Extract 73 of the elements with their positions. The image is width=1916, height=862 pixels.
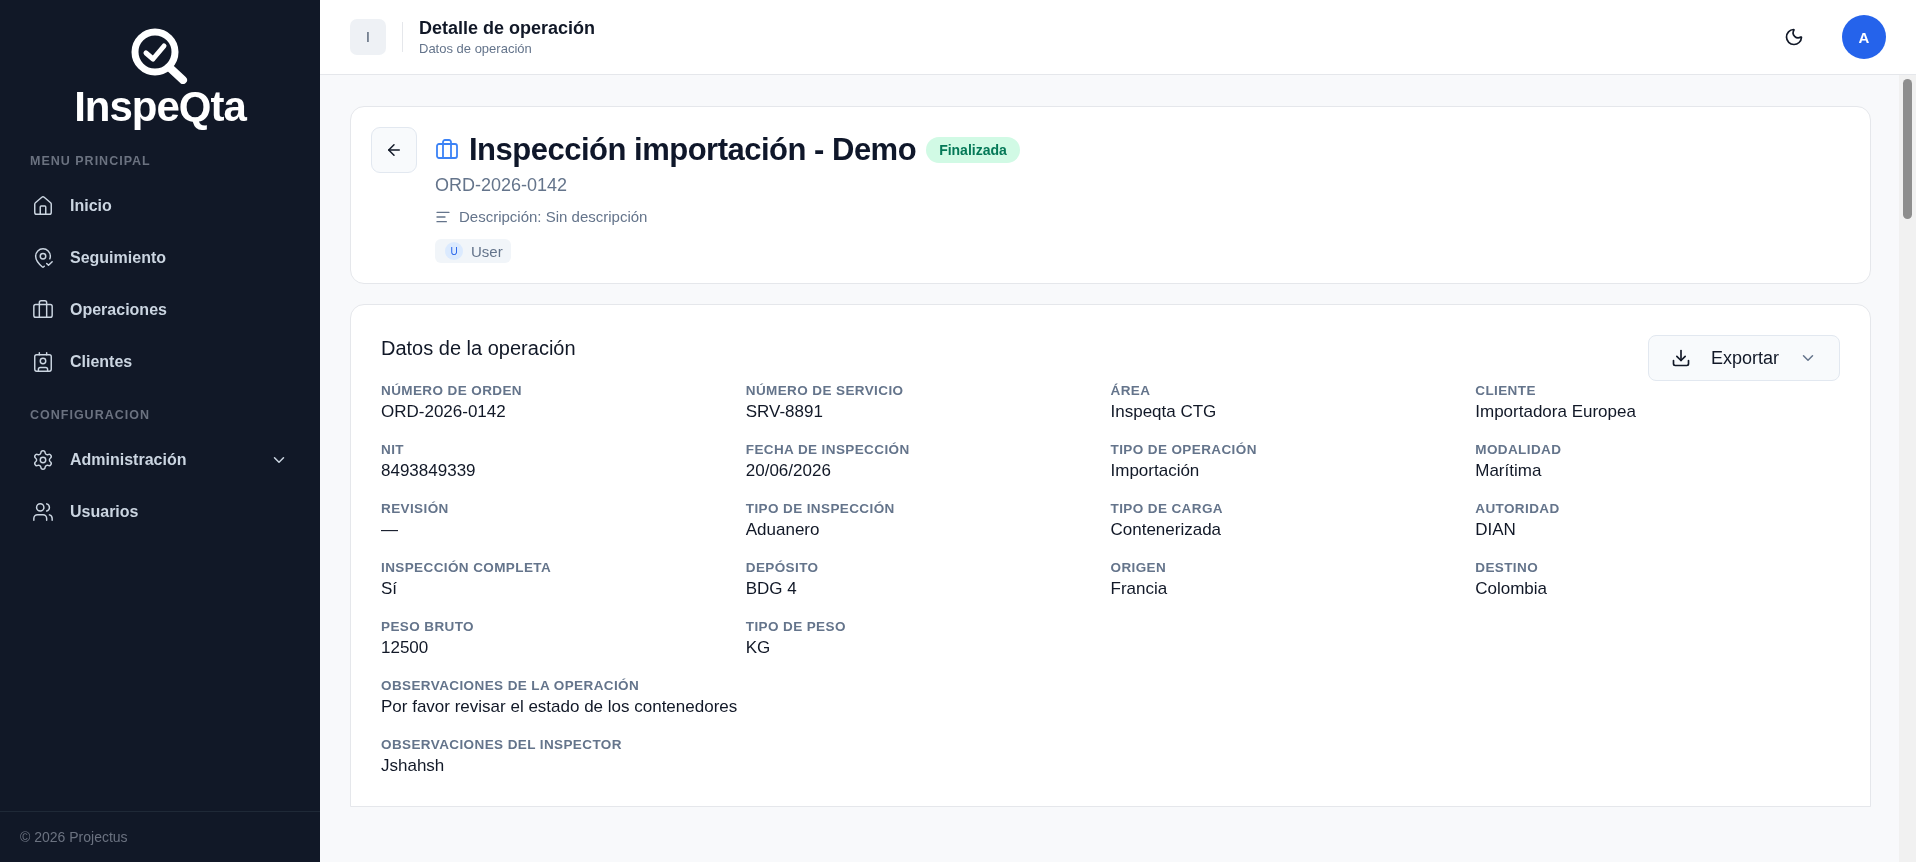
field-label: NÚMERO DE SERVICIO (745, 383, 905, 398)
field-label: ÁREA (1110, 383, 1152, 398)
operation-title: Inspección importación - Demo (469, 132, 917, 168)
export-button[interactable]: Exportar (1647, 335, 1840, 381)
status-badge: Finalizada (926, 137, 1020, 163)
nav-item[interactable]: Administración (16, 434, 304, 486)
field-label: TIPO DE CARGA (1110, 501, 1224, 516)
field-label: INSPECCIÓN COMPLETA (381, 560, 553, 575)
nav-icon (32, 195, 54, 217)
field-value: — (381, 520, 399, 540)
field-label: REVISIÓN (381, 501, 450, 516)
nav-icon (32, 449, 54, 471)
field-value: ORD-2026-0142 (381, 402, 507, 422)
field-value: Importadora Europea (1475, 402, 1637, 422)
field-value: Por favor revisar el estado de los contenedores (381, 697, 739, 717)
field-value: 8493849339 (381, 461, 477, 481)
sidebar-toggle[interactable]: I (350, 19, 386, 55)
back-button[interactable] (371, 127, 417, 173)
field-value: 12500 (381, 638, 430, 658)
field-value: Francia (1110, 579, 1169, 599)
field-value: SRV-8891 (745, 402, 824, 422)
nav-item[interactable]: Usuarios (16, 486, 304, 538)
field-value: Marítima (1475, 461, 1543, 481)
field-label: OBSERVACIONES DE LA OPERACIÓN (381, 678, 641, 693)
nav-icon (32, 501, 54, 523)
field-value: Contenerizada (1110, 520, 1223, 540)
moon-icon[interactable] (1784, 27, 1804, 47)
page-subtitle: Datos de operación (419, 41, 533, 56)
field-value: Aduanero (745, 520, 821, 540)
field-label: MODALIDAD (1475, 442, 1563, 457)
logo-text: InspeQta (74, 86, 246, 128)
section-title: MENU PRINCIPAL (29, 154, 152, 168)
field-label: TIPO DE INSPECCIÓN (745, 501, 896, 516)
field-value: KG (745, 638, 772, 658)
scrollbar-thumb[interactable] (1903, 79, 1912, 219)
field-label: CLIENTE (1475, 383, 1537, 398)
section-heading: Datos de la operación (381, 337, 576, 360)
field-value: 20/06/2026 (745, 461, 832, 481)
user-initial: U (445, 242, 463, 260)
order-code: ORD-2026-0142 (435, 175, 569, 196)
field-value: BDG 4 (745, 579, 798, 599)
field-value: Jshahsh (381, 756, 446, 776)
field-label: FECHA DE INSPECCIÓN (745, 442, 911, 457)
nav-icon (32, 351, 54, 373)
field-label: TIPO DE OPERACIÓN (1110, 442, 1258, 457)
field-label: DESTINO (1475, 560, 1540, 575)
nav-item[interactable]: Inicio (16, 180, 304, 232)
section-title: CONFIGURACION (29, 408, 151, 422)
page-title: Detalle de operación (419, 18, 597, 39)
field-label: DEPÓSITO (745, 560, 820, 575)
field-label: ORIGEN (1110, 560, 1168, 575)
field-label: NÚMERO DE ORDEN (381, 383, 523, 398)
field-value: Colombia (1475, 579, 1549, 599)
field-label: OBSERVACIONES DEL INSPECTOR (381, 737, 623, 752)
nav-icon (32, 247, 54, 269)
field-label: AUTORIDAD (1475, 501, 1561, 516)
field-value: Inspeqta CTG (1110, 402, 1218, 422)
field-label: PESO BRUTO (381, 619, 475, 634)
field-value: Sí (381, 579, 399, 599)
field-label: NIT (381, 442, 405, 457)
nav-item[interactable]: Operaciones (16, 284, 304, 336)
field-label: TIPO DE PESO (745, 619, 847, 634)
nav-item[interactable]: Clientes (16, 336, 304, 388)
download-icon (1670, 348, 1691, 368)
description-text: Descripción: Sin descripción (459, 208, 648, 225)
briefcase-icon (435, 138, 459, 162)
avatar[interactable]: A (1842, 15, 1886, 59)
field-value: Importación (1110, 461, 1201, 481)
field-value: DIAN (1475, 520, 1517, 540)
user-name: User (471, 242, 503, 260)
nav-item[interactable]: Seguimiento (16, 232, 304, 284)
scrollbar[interactable] (1899, 75, 1916, 862)
nav-icon (32, 299, 54, 321)
